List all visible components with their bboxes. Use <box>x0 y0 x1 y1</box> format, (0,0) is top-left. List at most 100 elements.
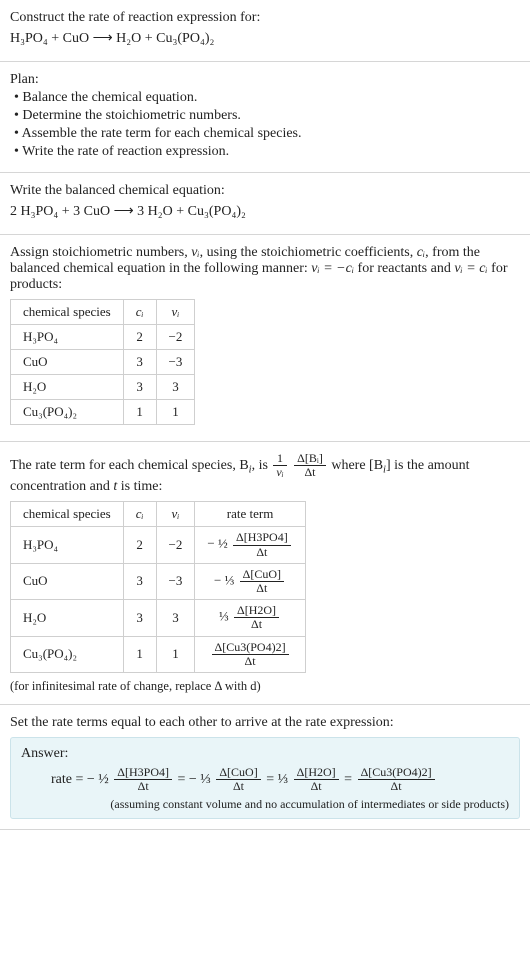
rate-expression: rate = − ½ Δ[H3PO4] Δt = − ⅓ Δ[CuO] Δt =… <box>21 766 509 793</box>
cell-ci: 1 <box>123 636 156 672</box>
cell-species: H₃PO₄ <box>11 325 124 350</box>
rate-frac: Δ[H3PO4] Δt <box>233 531 291 558</box>
cell-vi: −3 <box>156 563 195 599</box>
table-row: CuO 3 −3 − ⅓ Δ[CuO] Δt <box>11 563 306 599</box>
term-1-frac: Δ[H3PO4] Δt <box>114 766 172 793</box>
balanced-title: Write the balanced chemical equation: <box>10 183 520 199</box>
table-row: Cu₃(PO₄)₂ 1 1 <box>11 400 195 425</box>
cell-rate-term: Δ[Cu3(PO4)2] Δt <box>195 636 305 672</box>
rate-coef: − ⅓ <box>214 572 234 587</box>
table-row: H₂O 3 3 ⅓ Δ[H2O] Δt <box>11 600 306 636</box>
frac-num: 1 <box>273 452 286 466</box>
table-row: CuO 3 −3 <box>11 350 195 375</box>
rate-frac: Δ[Cu3(PO4)2] Δt <box>212 641 289 668</box>
table-row: Cu₃(PO₄)₂ 1 1 Δ[Cu3(PO4)2] Δt <box>11 636 306 672</box>
section-rate-expression: Set the rate terms equal to each other t… <box>0 705 530 830</box>
assumption-note: (assuming constant volume and no accumul… <box>21 797 509 812</box>
rate-word: rate = <box>51 772 87 787</box>
frac-num: Δ[Cu3(PO4)2] <box>358 766 435 780</box>
term-3-coef: ⅓ <box>278 772 289 787</box>
cell-species: H₂O <box>11 375 124 400</box>
cell-ci: 2 <box>123 527 156 563</box>
table-row: H₂O 3 3 <box>11 375 195 400</box>
rate-frac: Δ[H2O] Δt <box>234 604 279 631</box>
section-construct: Construct the rate of reaction expressio… <box>0 0 530 62</box>
rate-coef: ⅓ <box>219 609 229 624</box>
frac-den: νᵢ <box>273 466 286 479</box>
term-2-coef: − ⅓ <box>189 772 211 787</box>
cell-species: Cu₃(PO₄)₂ <box>11 636 124 672</box>
lead-e: is time: <box>117 479 162 494</box>
stoich-table: chemical species cᵢ νᵢ H₃PO₄ 2 −2 CuO 3 … <box>10 299 195 425</box>
table-header-row: chemical species cᵢ νᵢ rate term <box>11 502 306 527</box>
lead-c: where [B <box>331 458 383 473</box>
section-stoich-numbers: Assign stoichiometric numbers, νᵢ, using… <box>0 235 530 442</box>
col-vi: νᵢ <box>156 502 195 527</box>
plan-bullet-2: • Determine the stoichiometric numbers. <box>10 108 520 124</box>
cell-ci: 3 <box>123 375 156 400</box>
frac-num: Δ[Cu3(PO4)2] <box>212 641 289 655</box>
equals: = <box>266 772 277 787</box>
col-ci: cᵢ <box>123 502 156 527</box>
col-species: chemical species <box>11 300 124 325</box>
col-species: chemical species <box>11 502 124 527</box>
col-rate-term: rate term <box>195 502 305 527</box>
rate-term-intro: The rate term for each chemical species,… <box>10 452 520 495</box>
term-3-frac: Δ[H2O] Δt <box>294 766 339 793</box>
cell-rate-term: ⅓ Δ[H2O] Δt <box>195 600 305 636</box>
cell-vi: −2 <box>156 527 195 563</box>
frac-den: Δt <box>240 582 284 595</box>
frac-den: Δt <box>294 780 339 793</box>
col-vi: νᵢ <box>156 300 195 325</box>
frac-delta-b: Δ[Bᵢ] Δt <box>294 452 326 479</box>
frac-num: Δ[CuO] <box>240 568 284 582</box>
cell-species: CuO <box>11 563 124 599</box>
plan-title: Plan: <box>10 72 520 88</box>
frac-num: Δ[Bᵢ] <box>294 452 326 466</box>
answer-box: Answer: rate = − ½ Δ[H3PO4] Δt = − ⅓ Δ[C… <box>10 737 520 819</box>
frac-den: Δt <box>234 618 279 631</box>
section-balanced: Write the balanced chemical equation: 2 … <box>0 173 530 235</box>
construct-prompt: Construct the rate of reaction expressio… <box>10 10 520 26</box>
frac-den: Δt <box>216 780 260 793</box>
frac-den: Δt <box>114 780 172 793</box>
cell-rate-term: − ⅓ Δ[CuO] Δt <box>195 563 305 599</box>
rel-prod: νᵢ = cᵢ <box>454 261 487 276</box>
col-ci: cᵢ <box>123 300 156 325</box>
lead-b: , is <box>252 458 272 473</box>
cell-ci: 1 <box>123 400 156 425</box>
cell-species: H₃PO₄ <box>11 527 124 563</box>
equals: = <box>178 772 189 787</box>
plan-bullet-1: • Balance the chemical equation. <box>10 90 520 106</box>
cell-ci: 3 <box>123 350 156 375</box>
section-plan: Plan: • Balance the chemical equation. •… <box>0 62 530 173</box>
cell-ci: 3 <box>123 563 156 599</box>
stoich-intro-b: , using the stoichiometric coefficients, <box>200 245 417 260</box>
rate-expression-title: Set the rate terms equal to each other t… <box>10 715 520 731</box>
plan-bullet-4: • Write the rate of reaction expression. <box>10 144 520 160</box>
table-header-row: chemical species cᵢ νᵢ <box>11 300 195 325</box>
rate-term-table: chemical species cᵢ νᵢ rate term H₃PO₄ 2… <box>10 501 306 673</box>
section-rate-terms: The rate term for each chemical species,… <box>0 442 530 705</box>
frac-one-over-nu: 1 νᵢ <box>273 452 286 479</box>
equals: = <box>344 772 355 787</box>
frac-num: Δ[H2O] <box>294 766 339 780</box>
balanced-equation: 2 H₃PO₄ + 3 CuO ⟶ 3 H₂O + Cu₃(PO₄)₂ <box>10 203 520 220</box>
frac-num: Δ[CuO] <box>216 766 260 780</box>
cell-ci: 2 <box>123 325 156 350</box>
frac-den: Δt <box>294 466 326 479</box>
stoich-intro: Assign stoichiometric numbers, νᵢ, using… <box>10 245 520 293</box>
frac-num: Δ[H3PO4] <box>233 531 291 545</box>
cell-vi: −3 <box>156 350 195 375</box>
plan-bullet-3: • Assemble the rate term for each chemic… <box>10 126 520 142</box>
answer-label: Answer: <box>21 746 509 762</box>
cell-vi: 3 <box>156 375 195 400</box>
unbalanced-equation: H₃PO₄ + CuO ⟶ H₂O + Cu₃(PO₄)₂ <box>10 30 520 47</box>
frac-den: Δt <box>212 655 289 668</box>
rate-coef: − ½ <box>207 536 227 551</box>
table-row: H₃PO₄ 2 −2 <box>11 325 195 350</box>
cell-species: H₂O <box>11 600 124 636</box>
table-row: H₃PO₄ 2 −2 − ½ Δ[H3PO4] Δt <box>11 527 306 563</box>
cell-species: Cu₃(PO₄)₂ <box>11 400 124 425</box>
cell-vi: 3 <box>156 600 195 636</box>
